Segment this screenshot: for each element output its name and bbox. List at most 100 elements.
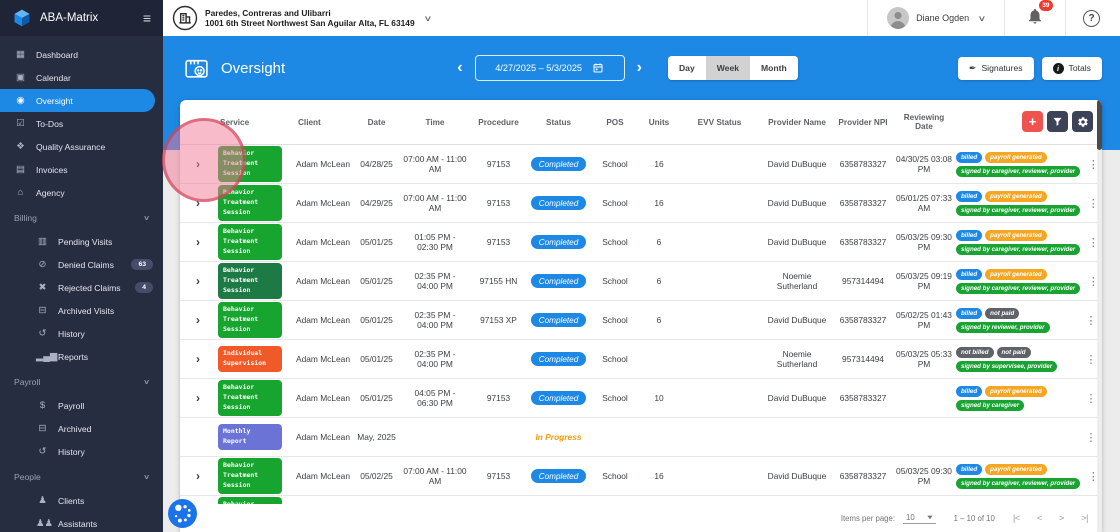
company-info[interactable]: Paredes, Contreras and Ulibarri 1001 6th… [205, 8, 415, 29]
expand-chevron-icon[interactable]: › [196, 157, 200, 171]
notifications-button[interactable]: 39 [1012, 7, 1058, 30]
sidebar-item-assistants[interactable]: ♟♟Assistants [0, 512, 163, 532]
status-badge: Completed [531, 157, 587, 171]
column-header-status[interactable]: Status [528, 118, 589, 127]
sidebar-item-clients[interactable]: ♟Clients [0, 489, 163, 512]
signatures-button[interactable]: ✒ Signatures [958, 57, 1034, 80]
status-badge: Completed [531, 274, 587, 288]
sidebar-item-quality-assurance[interactable]: ❖Quality Assurance [0, 135, 163, 158]
view-day-button[interactable]: Day [668, 56, 706, 80]
sidebar-item-label: Denied Claims [58, 260, 114, 270]
expand-chevron-icon[interactable]: › [196, 391, 200, 405]
column-header-pos[interactable]: POS [589, 118, 641, 127]
hamburger-menu-icon[interactable]: ≡ [143, 11, 151, 25]
column-header-date[interactable]: Date [352, 118, 401, 127]
chevron-down-icon[interactable]: ∨ [423, 14, 432, 23]
scrollbar-track[interactable] [1097, 100, 1102, 532]
flag-badge-billed: billed [956, 386, 982, 397]
flag-badge-signed-by-caregiver: signed by caregiver [956, 400, 1024, 411]
expand-chevron-icon[interactable]: › [196, 274, 200, 288]
status-cell: Completed [528, 313, 589, 327]
sidebar-section-payroll[interactable]: Payroll∨ [0, 370, 163, 394]
date-cell: 05/01/25 [352, 354, 401, 364]
sidebar-item-payroll[interactable]: $Payroll [0, 394, 163, 417]
divider [867, 0, 868, 36]
time-cell: 04:05 PM - 06:30 PM [401, 388, 469, 408]
filter-button[interactable] [1047, 111, 1068, 132]
flags-cell: billedpayroll generatedsigned by caregiv… [954, 379, 1080, 417]
denied-icon: ⊘ [36, 259, 49, 270]
sidebar-item-oversight[interactable]: ◉Oversight [0, 89, 155, 112]
items-per-page-value: 10 [906, 513, 915, 522]
sidebar-item-dashboard[interactable]: ▦Dashboard [0, 43, 163, 66]
section-label: People [14, 472, 41, 482]
prev-page-icon[interactable]: < [1037, 513, 1042, 524]
archive-icon: ⊟ [36, 305, 49, 316]
next-week-button[interactable]: › [625, 59, 654, 77]
kebab-menu-icon[interactable]: ⋮ [1086, 393, 1097, 405]
sidebar-item-denied-claims[interactable]: ⊘Denied Claims63 [0, 253, 163, 276]
expand-chevron-icon[interactable]: › [196, 469, 200, 483]
building-icon: ⌂ [14, 187, 27, 198]
service-type-badge: Individual Supervision [218, 346, 282, 372]
sidebar-item-label: History [58, 329, 85, 339]
last-page-icon[interactable]: >| [1081, 513, 1088, 524]
column-header-time[interactable]: Time [401, 118, 469, 127]
column-header-evv-status[interactable]: EVV Status [677, 118, 762, 127]
sidebar-item-archived[interactable]: ⊟Archived [0, 417, 163, 440]
user-name: Diane Ogden [916, 13, 969, 23]
expand-chevron-icon[interactable]: › [196, 235, 200, 249]
flag-badge-signed-by-supervisee-provider: signed by supervisee, provider [956, 361, 1057, 372]
items-per-page-select[interactable]: 10 ▼ [903, 512, 936, 524]
kebab-menu-icon[interactable]: ⋮ [1086, 315, 1097, 327]
procedure-cell: 97153 [469, 237, 528, 247]
column-header-provider-npi[interactable]: Provider NPI [832, 118, 894, 127]
sidebar-section-people[interactable]: People∨ [0, 465, 163, 489]
flags-cell: billedpayroll generatedsigned by caregiv… [954, 457, 1082, 495]
column-header-provider-name[interactable]: Provider Name [762, 118, 832, 127]
sidebar-item-to-dos[interactable]: ☑To-Dos [0, 112, 163, 135]
chat-widget-button[interactable] [168, 499, 197, 528]
first-page-icon[interactable]: |< [1013, 513, 1020, 524]
scrollbar-thumb[interactable] [1097, 100, 1102, 150]
flags-cell: billedpayroll generated [954, 496, 1080, 504]
kebab-menu-icon[interactable]: ⋮ [1086, 354, 1097, 366]
expand-chevron-icon[interactable]: › [196, 196, 200, 210]
expand-chevron-icon[interactable]: › [196, 352, 200, 366]
add-button[interactable]: + [1022, 111, 1043, 132]
date-range-picker[interactable]: 4/27/2025 – 5/3/2025 [475, 55, 625, 81]
user-menu[interactable]: Diane Ogden ∨ [875, 7, 997, 29]
sidebar-item-history[interactable]: ↺History [0, 440, 163, 463]
settings-button[interactable] [1072, 111, 1093, 132]
sidebar-item-pending-visits[interactable]: ▥Pending Visits [0, 230, 163, 253]
kebab-menu-icon[interactable]: ⋮ [1086, 432, 1097, 444]
flag-badge-billed: billed [956, 269, 982, 280]
service-cell: Behavior Treatment Session [216, 302, 294, 337]
prev-week-button[interactable]: ‹ [445, 59, 474, 77]
flag-badge-signed-by-reviewer-provider: signed by reviewer, provider [956, 322, 1050, 333]
sidebar-item-agency[interactable]: ⌂Agency [0, 181, 163, 204]
table-header-row: Service Client Date Time Procedure Statu… [180, 100, 1102, 145]
sidebar-item-archived-visits[interactable]: ⊟Archived Visits [0, 299, 163, 322]
pagination-range: 1 – 10 of 10 [954, 514, 995, 523]
column-header-service[interactable]: Service [216, 118, 294, 127]
sidebar-logo-bar: ABA-Matrix ≡ [0, 0, 163, 36]
status-badge: Completed [531, 313, 587, 327]
sidebar-item-reports[interactable]: ▂▄▆Reports [0, 345, 163, 368]
sidebar-item-invoices[interactable]: ▤Invoices [0, 158, 163, 181]
column-header-reviewing-date[interactable]: Reviewing Date [894, 113, 954, 131]
sidebar-item-calendar[interactable]: ▣Calendar [0, 66, 163, 89]
column-header-client[interactable]: Client [294, 118, 352, 127]
sidebar-section-billing[interactable]: Billing∨ [0, 206, 163, 230]
sidebar-item-label: Pending Visits [58, 237, 112, 247]
expand-chevron-icon[interactable]: › [196, 313, 200, 327]
column-header-units[interactable]: Units [641, 118, 677, 127]
sidebar-item-history[interactable]: ↺History [0, 322, 163, 345]
column-header-procedure[interactable]: Procedure [469, 118, 528, 127]
sidebar-item-rejected-claims[interactable]: ✖Rejected Claims4 [0, 276, 163, 299]
totals-button[interactable]: i Totals [1042, 57, 1102, 80]
help-button[interactable]: ? [1083, 10, 1100, 27]
next-page-icon[interactable]: > [1059, 513, 1064, 524]
view-month-button[interactable]: Month [750, 56, 798, 80]
view-week-button[interactable]: Week [706, 56, 750, 80]
